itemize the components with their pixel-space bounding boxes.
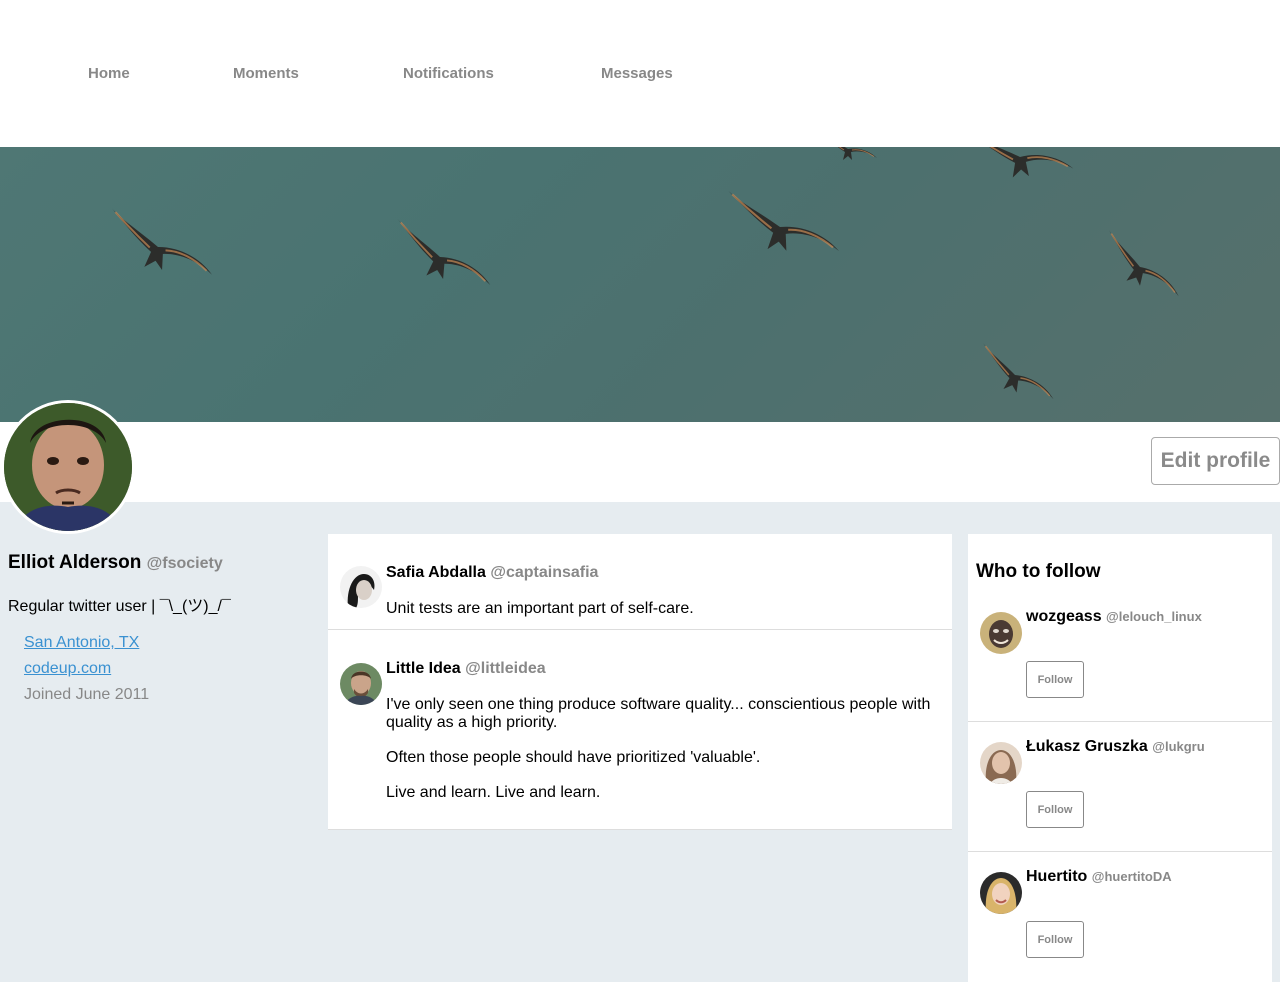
- nav-notifications[interactable]: Notifications: [403, 65, 494, 82]
- tweet[interactable]: Little Idea @littleidea I've only seen o…: [328, 630, 952, 830]
- suggested-user: Łukasz Gruszka @lukgru Follow: [968, 722, 1272, 852]
- who-to-follow-panel: Who to follow wozgeass @lelouch_linux Fo…: [968, 534, 1272, 982]
- profile-handle: @fsociety: [146, 555, 223, 572]
- top-navigation: Home Moments Notifications Messages: [0, 0, 1280, 147]
- profile-website-link[interactable]: codeup.com: [24, 656, 308, 682]
- tweet-text: I've only seen one thing produce softwar…: [386, 696, 931, 731]
- suggested-user-name-line: Łukasz Gruszka @lukgru: [1026, 738, 1205, 756]
- profile-banner-image: [0, 147, 1280, 422]
- suggested-user-name[interactable]: Huertito: [1026, 868, 1087, 885]
- profile-location-link[interactable]: San Antonio, TX: [24, 630, 308, 656]
- birds-illustration: [101, 147, 1193, 403]
- suggested-user: wozgeass @lelouch_linux Follow: [968, 592, 1272, 722]
- suggested-user-name[interactable]: wozgeass: [1026, 608, 1102, 625]
- follow-button[interactable]: Follow: [1026, 661, 1084, 698]
- user-portrait-icon: [980, 612, 1022, 654]
- tweet-avatar[interactable]: [340, 566, 382, 608]
- tweet-header: Little Idea @littleidea: [386, 660, 940, 678]
- profile-avatar-image: [4, 403, 132, 531]
- suggested-user: Huertito @huertitoDA Follow: [968, 852, 1272, 982]
- suggested-user-name-line: wozgeass @lelouch_linux: [1026, 608, 1202, 626]
- follow-button[interactable]: Follow: [1026, 921, 1084, 958]
- who-to-follow-title: Who to follow: [976, 561, 1101, 582]
- suggested-user-avatar[interactable]: [980, 612, 1022, 654]
- man-portrait-icon: [340, 663, 382, 705]
- profile-name: Elliot Alderson: [8, 552, 142, 573]
- user-portrait-icon: [980, 742, 1022, 784]
- nav-messages[interactable]: Messages: [601, 65, 673, 82]
- suggested-user-name-line: Huertito @huertitoDA: [1026, 868, 1172, 886]
- profile-avatar[interactable]: [1, 400, 135, 534]
- nav-moments[interactable]: Moments: [233, 65, 299, 82]
- user-portrait-icon: [980, 872, 1022, 914]
- profile-bio: Regular twitter user | ¯\_(ツ)_/¯: [8, 598, 231, 615]
- tweet-author-name[interactable]: Little Idea: [386, 660, 461, 677]
- suggested-user-handle[interactable]: @lukgru: [1152, 739, 1204, 754]
- tweet[interactable]: Safia Abdalla @captainsafia Unit tests a…: [328, 534, 952, 630]
- avatar-portrait-icon: [4, 403, 132, 531]
- tweet-text: Live and learn. Live and learn.: [386, 784, 601, 801]
- suggested-user-name[interactable]: Łukasz Gruszka: [1026, 738, 1148, 755]
- tweet-feed: Safia Abdalla @captainsafia Unit tests a…: [328, 534, 952, 830]
- suggested-user-avatar[interactable]: [980, 872, 1022, 914]
- follow-button[interactable]: Follow: [1026, 791, 1084, 828]
- tweet-avatar[interactable]: [340, 663, 382, 705]
- profile-info: Elliot Alderson @fsociety Regular twitte…: [8, 552, 308, 708]
- nav-home[interactable]: Home: [88, 65, 130, 82]
- tweet-author-handle[interactable]: @littleidea: [465, 660, 546, 677]
- profile-header-bar: [0, 422, 1280, 502]
- tweet-text: Often those people should have prioritiz…: [386, 749, 761, 766]
- woman-portrait-icon: [340, 566, 382, 608]
- suggested-user-handle[interactable]: @huertitoDA: [1092, 869, 1172, 884]
- profile-meta: San Antonio, TX codeup.com Joined June 2…: [24, 630, 308, 708]
- profile-joined-date: Joined June 2011: [24, 686, 150, 703]
- tweet-author-handle[interactable]: @captainsafia: [490, 564, 598, 581]
- profile-name-line: Elliot Alderson @fsociety: [8, 552, 308, 574]
- tweet-author-name[interactable]: Safia Abdalla: [386, 564, 486, 581]
- tweet-text: Unit tests are an important part of self…: [386, 600, 694, 617]
- tweet-header: Safia Abdalla @captainsafia: [386, 564, 940, 582]
- suggested-user-handle[interactable]: @lelouch_linux: [1106, 609, 1202, 624]
- suggested-user-avatar[interactable]: [980, 742, 1022, 784]
- edit-profile-button[interactable]: Edit profile: [1151, 437, 1280, 485]
